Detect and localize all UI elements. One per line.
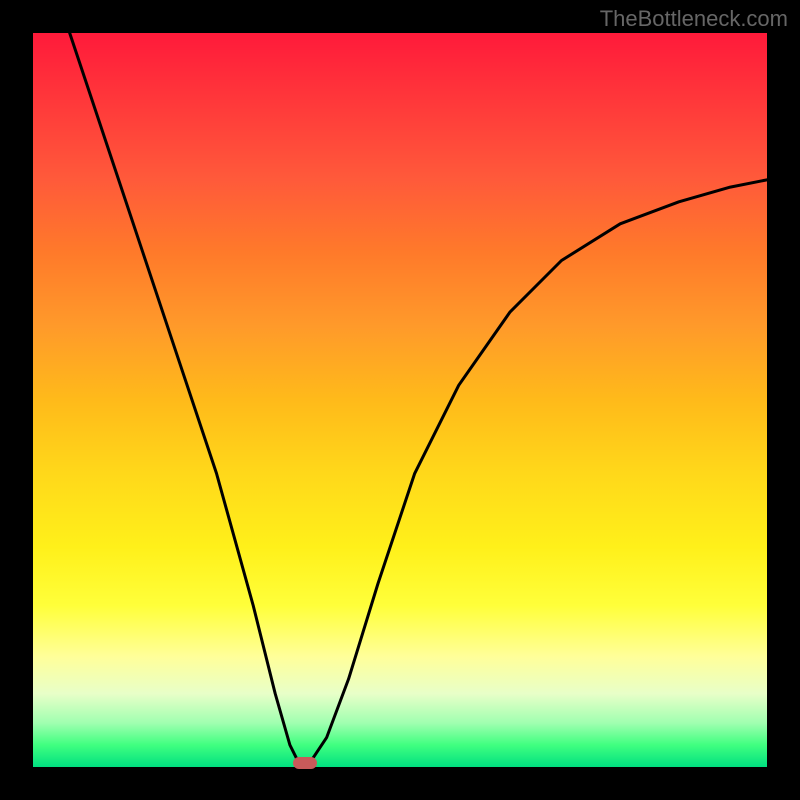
bottleneck-curve — [33, 33, 767, 767]
watermark-text: TheBottleneck.com — [600, 6, 788, 32]
optimal-marker — [293, 757, 317, 769]
